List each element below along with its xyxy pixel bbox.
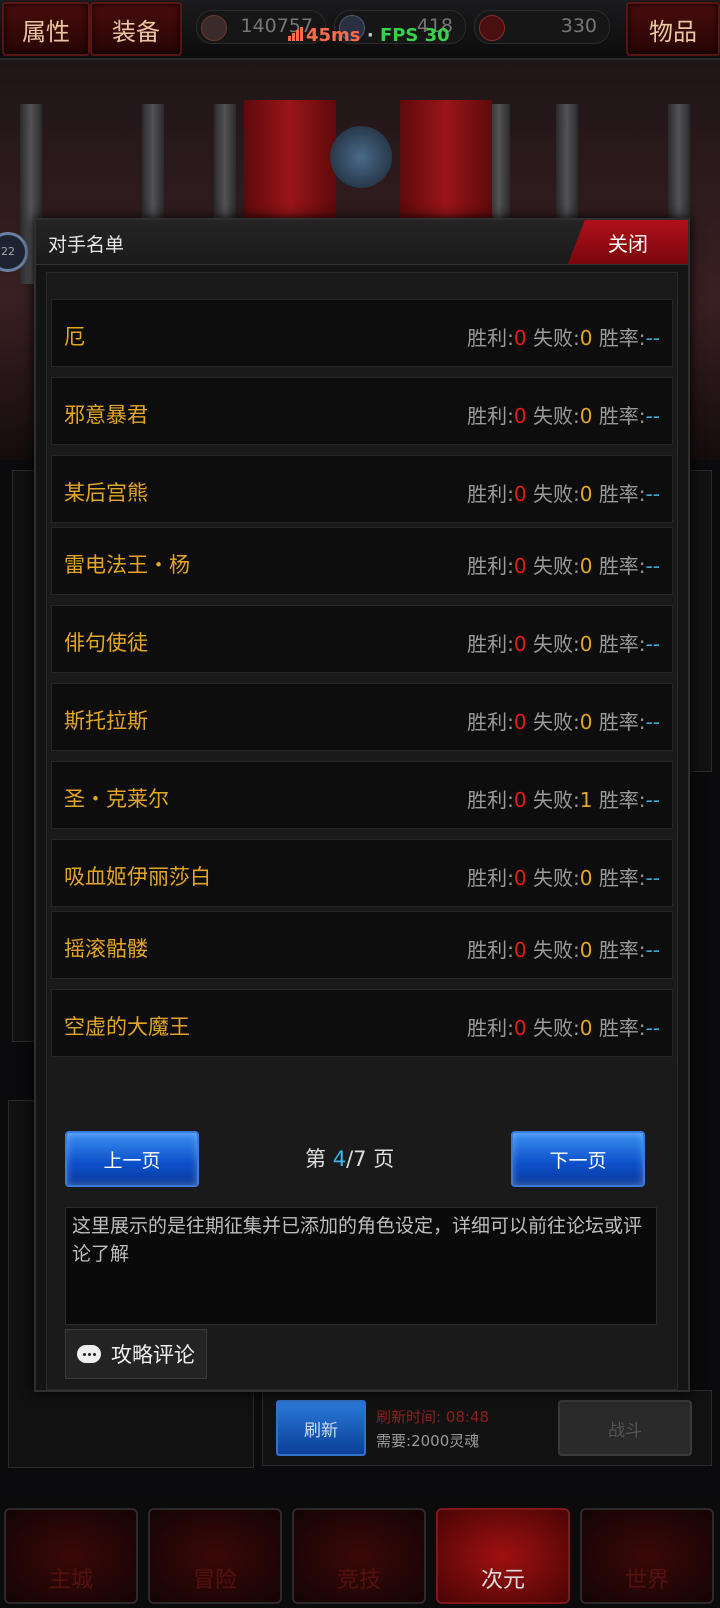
- resource-counter-3: 330: [474, 10, 610, 44]
- opponent-stats: 胜利:0 失败:1 胜率:--: [467, 788, 660, 812]
- opponent-stats: 胜利:0 失败:0 胜率:--: [467, 938, 660, 962]
- opponent-name: 俳句使徒: [64, 631, 148, 655]
- opponent-list-dialog: 对手名单 关闭 厄胜利:0 失败:0 胜率:-- 邪意暴君 胜利:0 失败:0 胜率…: [34, 218, 690, 1392]
- opponent-name: 圣・克莱尔: [64, 787, 169, 811]
- opponent-stats: 胜利:0 失败:0 胜率:--: [467, 710, 660, 734]
- opponent-name: 斯托拉斯: [64, 709, 148, 733]
- comment-label: 攻略评论: [111, 1343, 195, 1367]
- page-indicator: 第 4/7 页: [305, 1147, 395, 1171]
- opponent-name: 某后宫熊: [64, 481, 148, 505]
- network-status: 45ms · FPS 30: [288, 25, 450, 46]
- refresh-time: 刷新时间: 08:48: [376, 1408, 490, 1426]
- opponent-stats: 胜利:0 失败:0 胜率:--: [467, 1016, 660, 1040]
- next-page-button[interactable]: 下一页: [511, 1131, 645, 1187]
- round-window: [330, 126, 392, 188]
- opponent-row[interactable]: 斯托拉斯 胜利:0 失败:0 胜率:--: [51, 683, 673, 751]
- nav-dimension[interactable]: 次元: [436, 1508, 570, 1604]
- opponent-name: 雷电法王・杨: [64, 553, 190, 577]
- current-page: 4: [332, 1147, 347, 1171]
- opponent-stats: 胜利:0 失败:0 胜率:--: [467, 632, 660, 656]
- opponent-stats: 胜利:0 失败:0 胜率:--: [467, 326, 660, 350]
- bottom-nav: 主城 冒险 竞技 次元 世界: [0, 1500, 720, 1608]
- nav-world[interactable]: 世界: [580, 1508, 714, 1604]
- opponent-row[interactable]: 雷电法王・杨 胜利:0 失败:0 胜率:--: [51, 527, 673, 595]
- info-note: 这里展示的是往期征集并已添加的角色设定，详细可以前往论坛或评论了解: [65, 1207, 657, 1325]
- chat-bubble-icon: [77, 1345, 101, 1363]
- nav-arena[interactable]: 竞技: [292, 1508, 426, 1604]
- opponent-name: 厄: [64, 325, 85, 349]
- opponent-row[interactable]: 吸血姬伊丽莎白 胜利:0 失败:0 胜率:--: [51, 839, 673, 907]
- prev-page-button[interactable]: 上一页: [65, 1131, 199, 1187]
- guide-comment-button[interactable]: 攻略评论: [65, 1329, 207, 1379]
- opponent-row[interactable]: 摇滚骷髅 胜利:0 失败:0 胜率:--: [51, 911, 673, 979]
- opponent-name: 吸血姬伊丽莎白: [64, 865, 211, 889]
- items-tab[interactable]: 物品: [626, 2, 720, 56]
- total-pages: /7: [346, 1147, 367, 1171]
- resource-value-3: 330: [560, 15, 597, 37]
- opponent-name: 邪意暴君: [64, 403, 148, 427]
- nav-main-city[interactable]: 主城: [4, 1508, 138, 1604]
- opponent-stats: 胜利:0 失败:0 胜率:--: [467, 404, 660, 428]
- dialog-header: 对手名单 关闭: [36, 220, 688, 265]
- opponent-row[interactable]: 空虚的大魔王 胜利:0 失败:0 胜率:--: [51, 989, 673, 1057]
- coin-icon: [201, 15, 227, 41]
- opponent-list: 厄胜利:0 失败:0 胜率:-- 邪意暴君 胜利:0 失败:0 胜率:-- 某后宫熊胜…: [46, 272, 678, 1390]
- close-button[interactable]: 关闭: [568, 220, 688, 264]
- opponent-row[interactable]: 邪意暴君 胜利:0 失败:0 胜率:--: [51, 377, 673, 445]
- attributes-tab[interactable]: 属性: [2, 2, 90, 56]
- opponent-row[interactable]: 俳句使徒 胜利:0 失败:0 胜率:--: [51, 605, 673, 673]
- opponent-stats: 胜利:0 失败:0 胜率:--: [467, 482, 660, 506]
- opponent-row[interactable]: 厄 胜利:0 失败:0 胜率:--: [51, 299, 673, 367]
- opponent-row[interactable]: 圣・克莱尔 胜利:0 失败:1 胜率:--: [51, 761, 673, 829]
- soul-requirement: 需要:2000灵魂: [376, 1432, 480, 1450]
- opponent-stats: 胜利:0 失败:0 胜率:--: [467, 866, 660, 890]
- opponent-name: 空虚的大魔王: [64, 1015, 190, 1039]
- equipment-tab[interactable]: 装备: [90, 2, 182, 56]
- fight-button[interactable]: 战斗: [558, 1400, 692, 1456]
- status-separator: ·: [366, 25, 374, 46]
- refresh-button[interactable]: 刷新: [276, 1400, 366, 1456]
- opponent-name: 摇滚骷髅: [64, 937, 148, 961]
- dialog-title: 对手名单: [48, 234, 125, 256]
- signal-icon: [288, 27, 303, 41]
- fps-value: FPS 30: [379, 25, 450, 46]
- soul-icon: [479, 15, 505, 41]
- top-bar: 属性 装备 140757 418 330 物品 45ms · FPS 30: [0, 0, 720, 60]
- opponent-stats: 胜利:0 失败:0 胜率:--: [467, 554, 660, 578]
- nav-adventure[interactable]: 冒险: [148, 1508, 282, 1604]
- opponent-row[interactable]: 某后宫熊 胜利:0 失败:0 胜率:--: [51, 455, 673, 523]
- ping-value: 45ms: [306, 25, 361, 46]
